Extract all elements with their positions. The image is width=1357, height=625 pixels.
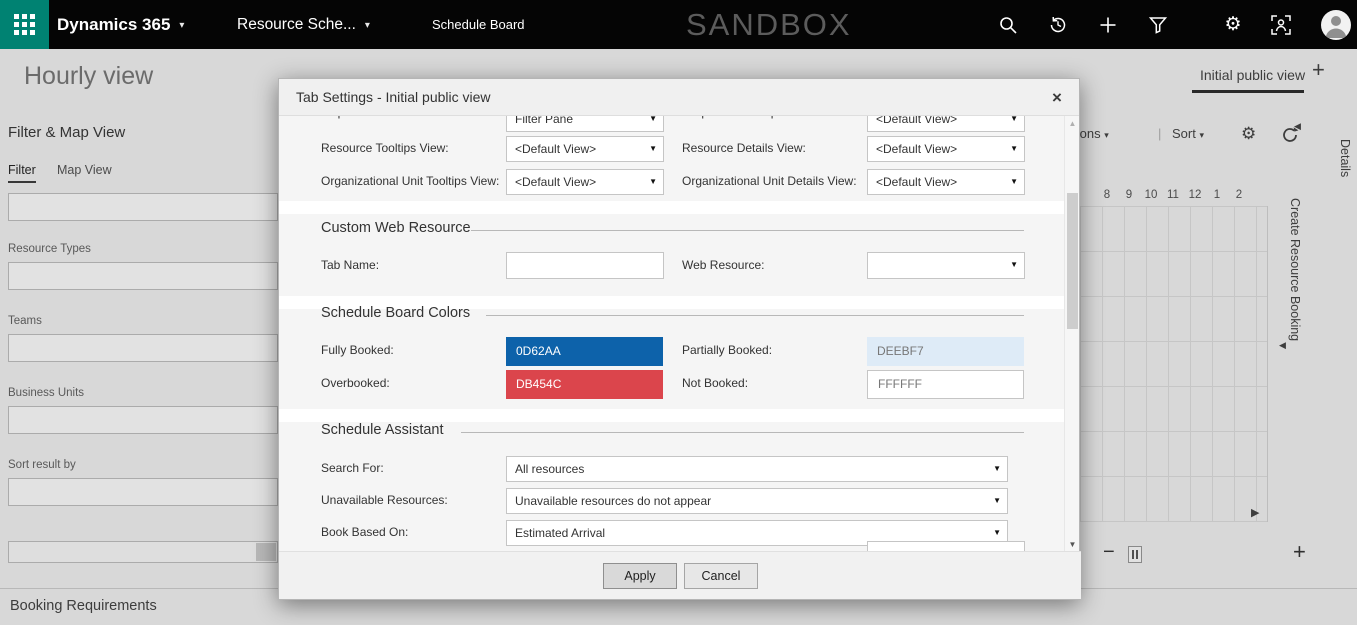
dialog-footer: Apply Cancel (279, 551, 1081, 599)
org-unit-tooltips-view-dropdown[interactable]: <Default View> ▼ (506, 169, 664, 195)
schedule-assistant-heading: Schedule Assistant (321, 422, 444, 438)
overbooked-color-field[interactable]: DB454C (506, 370, 663, 399)
org-unit-tooltips-view-label: Organizational Unit Tooltips View: (321, 174, 500, 188)
chevron-down-icon: ▾ (364, 20, 370, 31)
chevron-down-icon: ▾ (179, 20, 185, 31)
custom-web-resource-heading: Custom Web Resource (321, 220, 471, 236)
dialog-scrollbar[interactable]: ▲ ▼ (1064, 116, 1079, 553)
unavailable-resources-dropdown[interactable]: Unavailable resources do not appear ▼ (506, 488, 1008, 514)
search-for-label: Search For: (321, 461, 384, 475)
not-booked-label: Not Booked: (682, 376, 749, 390)
search-for-dropdown[interactable]: All resources ▼ (506, 456, 1008, 482)
resource-tooltips-view-label: Resource Tooltips View: (321, 141, 449, 155)
board-colors-heading: Schedule Board Colors (321, 305, 471, 321)
requirement-map-filter-view-dropdown[interactable]: <Default View> ▼ (867, 116, 1025, 132)
not-booked-color-field[interactable]: FFFFFF (867, 370, 1024, 399)
recent-history-icon[interactable] (1035, 0, 1081, 49)
caret-down-icon: ▼ (649, 144, 657, 153)
web-resource-label: Web Resource: (682, 258, 765, 272)
environment-watermark: SANDBOX (686, 7, 852, 42)
scroll-down-icon[interactable]: ▼ (1065, 540, 1080, 549)
focus-mode-icon[interactable] (1258, 0, 1304, 49)
caret-down-icon: ▼ (993, 464, 1001, 473)
add-icon[interactable] (1085, 0, 1131, 49)
tab-name-input[interactable] (506, 252, 664, 279)
top-navbar: Dynamics 365 ▾ Resource Sche... ▾ Schedu… (0, 0, 1357, 49)
dialog-body: Map View Tab Placement: Filter Pane▼ Req… (279, 116, 1066, 553)
app-title: Dynamics 365 (57, 14, 171, 34)
app-switcher[interactable]: Dynamics 365 ▾ (57, 0, 184, 49)
fully-booked-label: Fully Booked: (321, 343, 394, 357)
user-avatar[interactable] (1321, 10, 1351, 40)
apply-button[interactable]: Apply (603, 563, 677, 589)
waffle-icon[interactable] (0, 0, 49, 49)
caret-down-icon: ▼ (649, 116, 657, 123)
tab-settings-dialog: Tab Settings - Initial public view × Map… (278, 78, 1081, 600)
schedule-board-app: Dynamics 365 ▾ Resource Sche... ▾ Schedu… (0, 0, 1357, 625)
section-divider (471, 230, 1024, 231)
close-icon[interactable]: × (1045, 86, 1069, 110)
dialog-header: Tab Settings - Initial public view × (279, 79, 1079, 116)
partially-booked-label: Partially Booked: (682, 343, 773, 357)
resource-details-view-dropdown[interactable]: <Default View> ▼ (867, 136, 1025, 162)
caret-down-icon: ▼ (993, 528, 1001, 537)
caret-down-icon: ▼ (1010, 177, 1018, 186)
dialog-title: Tab Settings - Initial public view (296, 89, 491, 105)
org-unit-details-view-dropdown[interactable]: <Default View> ▼ (867, 169, 1025, 195)
cancel-button[interactable]: Cancel (684, 563, 758, 589)
org-unit-details-view-label: Organizational Unit Details View: (682, 174, 857, 188)
book-based-on-label: Book Based On: (321, 525, 409, 539)
map-view-tab-placement-dropdown[interactable]: Filter Pane ▼ (506, 116, 664, 132)
web-resource-dropdown[interactable]: ▼ (867, 252, 1025, 279)
tab-name-label: Tab Name: (321, 258, 380, 272)
caret-down-icon: ▼ (993, 496, 1001, 505)
partially-booked-color-field[interactable]: DEEBF7 (867, 337, 1024, 366)
fully-booked-color-field[interactable]: 0D62AA (506, 337, 663, 366)
caret-down-icon: ▼ (1010, 260, 1018, 269)
resource-tooltips-view-dropdown[interactable]: <Default View> ▼ (506, 136, 664, 162)
filter-icon[interactable] (1135, 0, 1181, 49)
area-title: Resource Sche... (237, 15, 356, 33)
caret-down-icon: ▼ (1010, 116, 1018, 123)
settings-gear-icon[interactable]: ⚙ (1210, 0, 1256, 49)
page-title: Schedule Board (432, 17, 525, 32)
requirement-map-filter-view-label: Requirement Map Filter View: (682, 116, 840, 119)
caret-down-icon: ▼ (649, 177, 657, 186)
section-divider (486, 315, 1024, 316)
unavailable-resources-label: Unavailable Resources: (321, 493, 448, 507)
scroll-up-icon[interactable]: ▲ (1065, 119, 1080, 128)
area-switcher[interactable]: Resource Sche... ▾ (237, 0, 370, 49)
caret-down-icon: ▼ (1010, 144, 1018, 153)
resource-details-view-label: Resource Details View: (682, 141, 806, 155)
section-divider (461, 432, 1024, 433)
search-icon[interactable] (985, 0, 1031, 49)
overbooked-label: Overbooked: (321, 376, 390, 390)
dialog-scrollbar-thumb[interactable] (1067, 193, 1078, 329)
map-view-tab-placement-label: Map View Tab Placement: (321, 116, 459, 119)
